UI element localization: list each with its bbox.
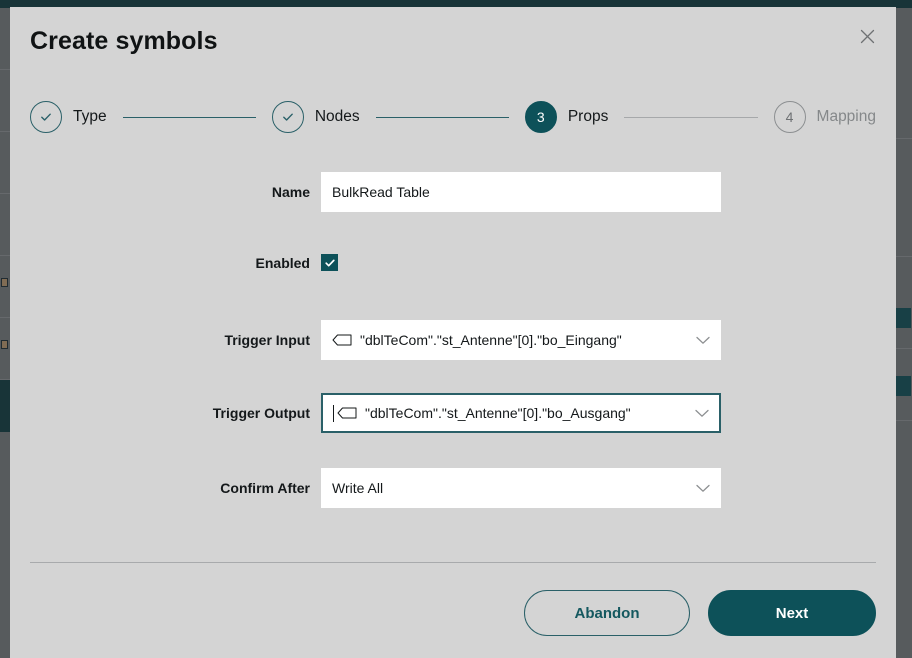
form-row-enabled: Enabled [10, 254, 896, 271]
trigger-output-select[interactable]: "dblTeCom"."st_Antenne"[0]."bo_Ausgang" [321, 393, 721, 433]
chevron-down-icon [695, 409, 709, 418]
name-input-value: BulkRead Table [332, 184, 710, 200]
output-tag-icon [337, 407, 357, 419]
stepper-step-props[interactable]: 3 Props [525, 101, 609, 133]
step-label-mapping: Mapping [817, 108, 876, 126]
step-circle-props: 3 [525, 101, 557, 133]
input-tag-icon [332, 334, 352, 346]
check-icon [39, 110, 53, 124]
footer-divider [30, 562, 876, 563]
form-row-confirm-after: Confirm After Write All [10, 468, 896, 508]
create-symbols-dialog: Create symbols Type Nodes [10, 7, 896, 658]
step-label-props: Props [568, 108, 609, 126]
trigger-input-value: "dblTeCom"."st_Antenne"[0]."bo_Eingang" [360, 332, 688, 348]
form-row-trigger-input: Trigger Input "dblTeCom"."st_Antenne"[0]… [10, 320, 896, 360]
enabled-checkbox[interactable] [321, 254, 338, 271]
dialog-footer: Abandon Next [30, 587, 876, 639]
wizard-stepper: Type Nodes 3 Props 4 Mapping [30, 97, 876, 137]
dialog-title: Create symbols [30, 27, 218, 56]
label-enabled: Enabled [10, 255, 321, 271]
label-name: Name [10, 184, 321, 200]
step-circle-nodes [272, 101, 304, 133]
confirm-after-select[interactable]: Write All [321, 468, 721, 508]
name-input[interactable]: BulkRead Table [321, 172, 721, 212]
chevron-down-icon [696, 484, 710, 493]
stepper-step-mapping[interactable]: 4 Mapping [774, 101, 876, 133]
step-circle-mapping: 4 [774, 101, 806, 133]
stepper-connector-1 [123, 117, 256, 118]
trigger-output-value: "dblTeCom"."st_Antenne"[0]."bo_Ausgang" [365, 405, 687, 421]
label-trigger-input: Trigger Input [10, 332, 321, 348]
stepper-connector-2 [376, 117, 509, 118]
step-label-type: Type [73, 108, 107, 126]
form-row-trigger-output: Trigger Output "dblTeCom"."st_Antenne"[0… [10, 393, 896, 433]
stepper-step-nodes[interactable]: Nodes [272, 101, 360, 133]
close-icon[interactable] [852, 21, 882, 51]
step-label-nodes: Nodes [315, 108, 360, 126]
stepper-connector-3 [624, 117, 757, 118]
next-button[interactable]: Next [708, 590, 876, 636]
chevron-down-icon [696, 336, 710, 345]
trigger-input-select[interactable]: "dblTeCom"."st_Antenne"[0]."bo_Eingang" [321, 320, 721, 360]
step-circle-type [30, 101, 62, 133]
label-confirm-after: Confirm After [10, 480, 321, 496]
stepper-step-type[interactable]: Type [30, 101, 107, 133]
text-caret [333, 405, 334, 422]
label-trigger-output: Trigger Output [10, 405, 321, 421]
form-row-name: Name BulkRead Table [10, 172, 896, 212]
check-icon [324, 257, 336, 269]
confirm-after-value: Write All [332, 480, 688, 496]
abandon-button[interactable]: Abandon [524, 590, 690, 636]
check-icon [281, 110, 295, 124]
close-icon-glyph [860, 29, 875, 44]
